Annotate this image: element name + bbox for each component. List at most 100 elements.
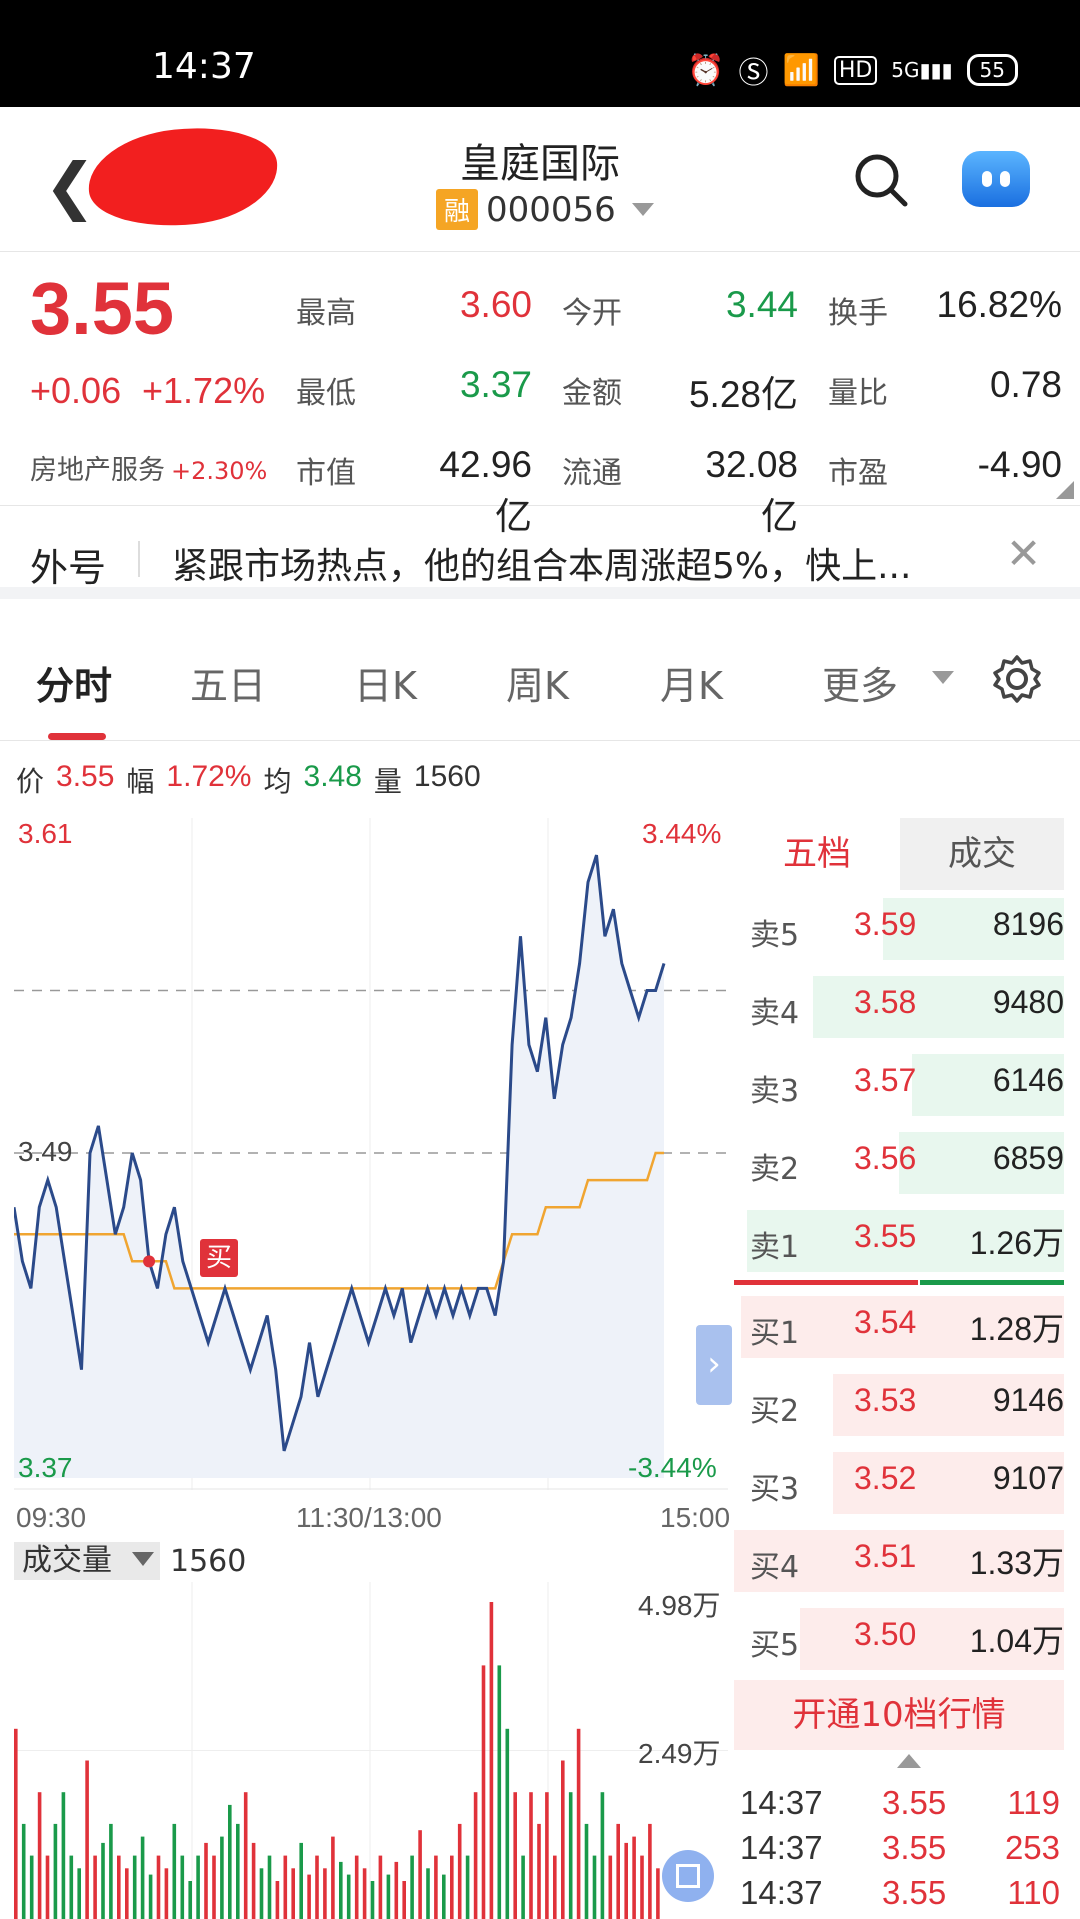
intraday-chart[interactable] [14, 818, 728, 1490]
tab-intraday[interactable]: 分时 [36, 655, 112, 710]
news-ticker[interactable]: 外号 紧跟市场热点，他的组合本周涨超5%，快上... ✕ [0, 507, 1080, 599]
volume-bar [465, 1855, 470, 1919]
volume-bar [117, 1855, 121, 1919]
sector-link[interactable]: 房地产服务 +2.30% [30, 448, 267, 487]
expand-corner-icon[interactable] [1056, 481, 1074, 499]
book-row[interactable]: 买3 3.52 9107 [734, 1446, 1064, 1520]
trade-time: 14:37 [740, 1874, 823, 1911]
status-time: 14:37 [152, 46, 256, 87]
tab-five-day[interactable]: 五日 [190, 655, 266, 710]
fullscreen-icon[interactable] [662, 1850, 714, 1902]
book-row[interactable]: 卖3 3.57 6146 [734, 1048, 1064, 1122]
volume-bar [497, 1665, 502, 1919]
tab-trades[interactable]: 成交 [900, 818, 1064, 890]
volume-bar [69, 1855, 74, 1919]
tab-more[interactable]: 更多 [822, 655, 898, 710]
chevron-up-icon[interactable] [897, 1754, 921, 1768]
current-price: 3.55 [30, 267, 175, 350]
volume-bar [457, 1823, 462, 1919]
book-row[interactable]: 买5 3.50 1.04万 [734, 1602, 1064, 1676]
sector-change: +2.30% [171, 457, 268, 485]
volume-bar [402, 1881, 406, 1919]
stat-label: 最高 [296, 296, 356, 331]
stock-header: ❮ 皇庭国际 融 000056 [0, 107, 1080, 252]
wifi-icon: 📶 [782, 52, 820, 88]
volume-bar [442, 1874, 446, 1919]
volume-bar [624, 1842, 628, 1919]
book-price: 3.50 [854, 1616, 917, 1652]
volume-bar [537, 1823, 541, 1919]
volume-bar [148, 1874, 153, 1919]
stat-value: 3.44 [725, 284, 798, 325]
quote-panel: 3.55 +0.06 +1.72% 房地产服务 +2.30% 最高 3.60 今开 3.… [0, 252, 1080, 537]
volume-bar [188, 1881, 192, 1919]
assistant-robot-icon[interactable] [962, 151, 1030, 207]
volume-bar [204, 1842, 208, 1919]
stock-code: 000056 [486, 189, 616, 230]
y-axis-high: 3.61 [18, 818, 73, 849]
book-row[interactable]: 买4 3.51 1.33万 [734, 1524, 1064, 1598]
trade-row: 14:37 3.55 253 [740, 1829, 1060, 1871]
y-axis-mid: 3.49 [18, 1136, 73, 1167]
book-qty: 1.28万 [969, 1311, 1064, 1347]
volume-bar [362, 1868, 367, 1919]
volume-bar [568, 1792, 573, 1919]
volume-bar [299, 1842, 303, 1919]
book-qty: 9480 [992, 984, 1064, 1020]
volume-bar [37, 1792, 42, 1919]
open-10-level-button[interactable]: 开通10档行情 [734, 1680, 1064, 1750]
book-row[interactable]: 买2 3.53 9146 [734, 1368, 1064, 1442]
status-icons: ⏰ Ⓢ 📶 HD 5G▮▮▮ 55 [687, 48, 1018, 92]
sector-name: 房地产服务 [30, 455, 165, 486]
volume-bar [553, 1855, 557, 1919]
volume-bar [576, 1728, 581, 1919]
book-row[interactable]: 买1 3.54 1.28万 [734, 1290, 1064, 1364]
close-icon[interactable]: ✕ [1006, 529, 1041, 578]
trade-price: 3.55 [882, 1874, 947, 1911]
volume-bar [386, 1874, 391, 1919]
volume-bar [545, 1792, 549, 1919]
book-qty: 6146 [992, 1062, 1064, 1098]
stock-code-selector[interactable]: 融 000056 [436, 189, 654, 230]
book-price: 3.54 [854, 1304, 917, 1340]
book-row[interactable]: 卖1 3.55 1.26万 [734, 1204, 1064, 1278]
book-row[interactable]: 卖2 3.56 6859 [734, 1126, 1064, 1200]
book-level-label: 买4 [750, 1550, 800, 1585]
volume-bar [505, 1728, 510, 1919]
tab-monthly-k[interactable]: 月K [660, 655, 723, 710]
tab-five-levels[interactable]: 五档 [734, 818, 900, 890]
tab-weekly-k[interactable]: 周K [506, 655, 569, 710]
chevron-right-icon[interactable]: › [696, 1325, 732, 1405]
stat-value: -4.90 [977, 444, 1062, 485]
volume-bar [77, 1868, 81, 1919]
volume-bar [259, 1868, 264, 1919]
book-level-label: 卖3 [750, 1074, 800, 1109]
stock-name: 皇庭国际 [460, 141, 620, 187]
book-row[interactable]: 卖4 3.58 9480 [734, 970, 1064, 1044]
alarm-icon: ⏰ [687, 52, 725, 88]
stat-label: 流通 [562, 456, 622, 491]
book-qty: 1.04万 [969, 1623, 1064, 1659]
trade-price: 3.55 [882, 1829, 947, 1866]
volume-bar [315, 1855, 319, 1919]
volume-bar [172, 1823, 177, 1919]
volume-bar [418, 1830, 422, 1919]
volume-bar [61, 1792, 66, 1919]
volume-bar [196, 1855, 200, 1919]
book-row[interactable]: 卖5 3.59 8196 [734, 892, 1064, 966]
volume-bar [109, 1823, 113, 1919]
volume-bar [29, 1855, 34, 1919]
search-icon[interactable] [852, 151, 910, 209]
ask-bid-divider-green [920, 1280, 1064, 1285]
buy-point-marker [143, 1255, 156, 1268]
stat-value: 0.78 [989, 364, 1062, 405]
volume-bar [53, 1823, 58, 1919]
tab-daily-k[interactable]: 日K [354, 655, 417, 710]
volume-bar [481, 1665, 486, 1919]
ticker-label: 外号 [30, 546, 107, 590]
ticker-text[interactable]: 紧跟市场热点，他的组合本周涨超5%，快上... [172, 537, 992, 589]
info-avg: 3.48 [303, 760, 362, 793]
gear-icon[interactable] [992, 654, 1042, 704]
margin-badge: 融 [436, 189, 479, 230]
trade-time: 14:37 [740, 1829, 823, 1866]
